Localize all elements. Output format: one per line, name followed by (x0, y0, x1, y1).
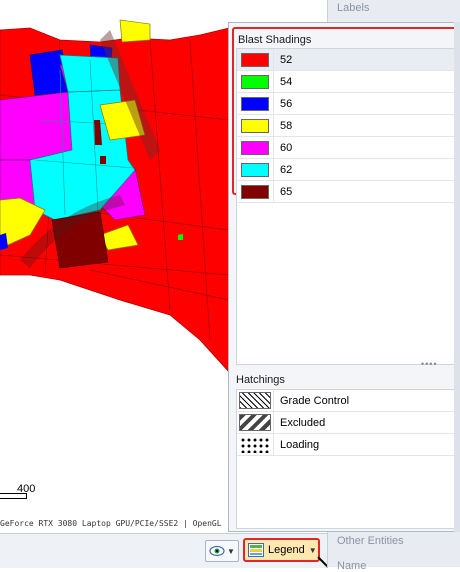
legend-icon (248, 543, 264, 557)
shading-label: 52 (280, 53, 293, 66)
shading-label: 58 (280, 119, 293, 132)
hatching-label: Grade Control (280, 394, 350, 407)
viewport-toolbar: ▼ Legend ▼ (0, 533, 327, 568)
swatch-cell (237, 159, 274, 180)
color-swatch (241, 184, 269, 199)
splitter-handle[interactable]: •••• (421, 359, 438, 369)
eye-icon (209, 545, 225, 557)
swatch-cell (237, 137, 274, 158)
list-item[interactable]: 58 (237, 115, 458, 137)
blast-shading-map[interactable] (0, 0, 229, 533)
view-options-button[interactable]: ▼ (205, 540, 239, 562)
renderer-info: GeForce RTX 3080 Laptop GPU/PCIe/SSE2 | … (0, 519, 222, 528)
dot-grid-hatch-icon (239, 436, 271, 453)
legend-button[interactable]: Legend ▼ (243, 538, 320, 562)
color-swatch (241, 162, 269, 177)
scale-bar-value: 400 (17, 483, 36, 495)
list-item[interactable]: 56 (237, 93, 458, 115)
chevron-down-icon: ▼ (308, 545, 317, 555)
hatchings-title: Hatchings (236, 374, 285, 386)
color-swatch (241, 96, 269, 111)
legend-popup: Blast Shadings 52 54 56 58 60 62 65 ••••… (228, 22, 460, 532)
swatch-cell (237, 115, 274, 136)
3d-viewport[interactable]: Y 400 GeForce RTX 3080 Laptop GPU/PCIe/S… (0, 0, 229, 533)
shading-label: 65 (280, 185, 293, 198)
blast-shadings-title: Blast Shadings (238, 34, 312, 46)
swatch-cell (237, 434, 274, 455)
shading-label: 62 (280, 163, 293, 176)
list-item[interactable]: Grade Control (237, 390, 458, 412)
shading-label: 56 (280, 97, 293, 110)
color-swatch (241, 52, 269, 67)
swatch-cell (237, 181, 274, 202)
hatching-label: Excluded (280, 416, 326, 429)
list-item[interactable]: Excluded (237, 412, 458, 434)
swatch-cell (237, 71, 274, 92)
color-swatch (241, 74, 269, 89)
legend-button-label: Legend (268, 544, 305, 556)
list-item[interactable]: 60 (237, 137, 458, 159)
swatch-cell (237, 93, 274, 114)
list-item[interactable]: 54 (237, 71, 458, 93)
shading-label: 60 (280, 141, 293, 154)
swatch-cell (237, 412, 274, 433)
color-swatch (241, 118, 269, 133)
diagonal-hatch-icon (239, 392, 271, 409)
swatch-cell (237, 49, 274, 70)
list-item[interactable]: Loading (237, 434, 458, 456)
other-entities-header[interactable]: Other Entities (337, 535, 404, 547)
hatching-label: Loading (280, 438, 320, 451)
shading-region-54 (178, 234, 183, 240)
list-item[interactable]: 65 (237, 181, 458, 203)
shading-region-65c (100, 156, 106, 164)
list-item[interactable]: 52 (237, 49, 458, 71)
list-item[interactable]: 62 (237, 159, 458, 181)
hatchings-list[interactable]: Grade Control Excluded Loading (236, 389, 459, 529)
shading-label: 54 (280, 75, 293, 88)
shading-region-58d (119, 19, 151, 43)
chevron-down-icon: ▼ (227, 546, 235, 556)
panel-scrollbar[interactable] (454, 22, 460, 532)
blast-shadings-list[interactable]: 52 54 56 58 60 62 65 (236, 48, 459, 365)
name-column-header: Name (337, 560, 367, 572)
color-swatch (241, 140, 269, 155)
swatch-cell (237, 390, 274, 411)
labels-header[interactable]: Labels (337, 2, 369, 14)
bold-diagonal-hatch-icon (239, 414, 271, 431)
